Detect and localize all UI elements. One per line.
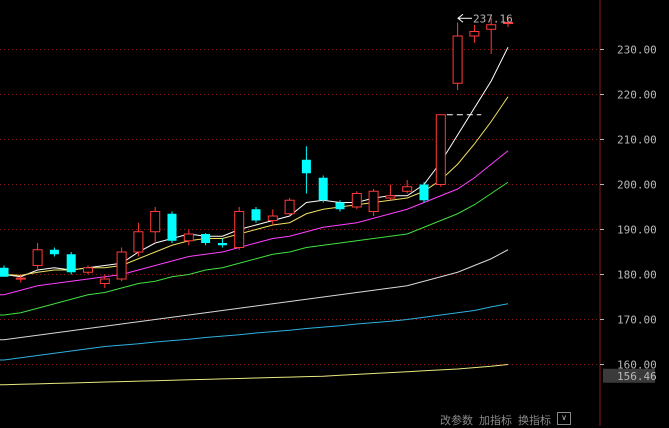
candle-body-up <box>351 193 362 208</box>
ma-line-5 <box>0 249 509 341</box>
candle-body-down <box>251 209 261 221</box>
candle-body-down <box>217 243 227 246</box>
candle-body-up <box>150 211 161 233</box>
indicator-toolbar: 改参数 加指标 换指标 ∨ <box>440 412 571 427</box>
candle-body-up <box>183 233 194 242</box>
candle-body-down <box>201 234 211 243</box>
modify-params-button[interactable]: 改参数 <box>440 412 473 427</box>
candle-body-up <box>116 251 127 280</box>
current-price-label: 156.46 <box>617 370 657 383</box>
candle-body-down <box>335 202 345 210</box>
candle-body-down <box>167 213 177 241</box>
candle-body-down <box>318 177 328 201</box>
tick-label: 200.00 <box>617 179 657 192</box>
candle-body-up <box>486 24 497 30</box>
candle-body-down <box>66 254 76 273</box>
grid-lines <box>0 49 598 365</box>
candle-body-up <box>368 190 379 212</box>
high-annotation-label: 237.16 <box>473 12 513 25</box>
ma-line-3 <box>0 150 509 296</box>
ma-line-4 <box>0 181 509 316</box>
tick-label: 180.00 <box>617 269 657 282</box>
candle-body-up <box>469 31 480 37</box>
candle-body-down <box>0 267 9 277</box>
tick-label: 170.00 <box>617 314 657 327</box>
tick-label: 210.00 <box>617 134 657 147</box>
candle-body-up <box>32 249 43 266</box>
candlestick-chart[interactable]: 237.16 230.00 220.00 210.00 200.00 190.00 180… <box>0 0 669 426</box>
ma-line-7 <box>0 364 509 386</box>
price-axis: 230.00 220.00 210.00 200.00 190.00 180.00 170.… <box>599 0 657 426</box>
candle-body-down <box>49 249 59 255</box>
tick-label: 220.00 <box>617 89 657 102</box>
candle-body-down <box>301 159 311 174</box>
ma-line-2 <box>0 96 509 276</box>
add-indicator-button[interactable]: 加指标 <box>479 412 512 427</box>
dropdown-chevron-icon[interactable]: ∨ <box>557 412 571 425</box>
candle-body-up <box>452 35 463 84</box>
candle-body-up <box>284 199 295 215</box>
candle-body-up <box>133 231 144 253</box>
candle-body-up <box>385 195 396 199</box>
tick-label: 190.00 <box>617 224 657 237</box>
ma-line-1 <box>0 47 509 278</box>
candle-body-up <box>15 277 26 280</box>
tick-label: 230.00 <box>617 44 657 57</box>
candle-body-up <box>83 267 93 273</box>
candle-body-up <box>234 211 245 248</box>
candles <box>0 17 513 288</box>
candle-body-up <box>435 114 446 185</box>
candle-body-up <box>267 215 278 221</box>
candle-body-down <box>419 184 429 201</box>
change-indicator-button[interactable]: 换指标 <box>518 412 551 427</box>
ma-line-6 <box>0 303 509 361</box>
candle-body-up <box>402 186 413 192</box>
candle-body-up <box>99 278 110 284</box>
